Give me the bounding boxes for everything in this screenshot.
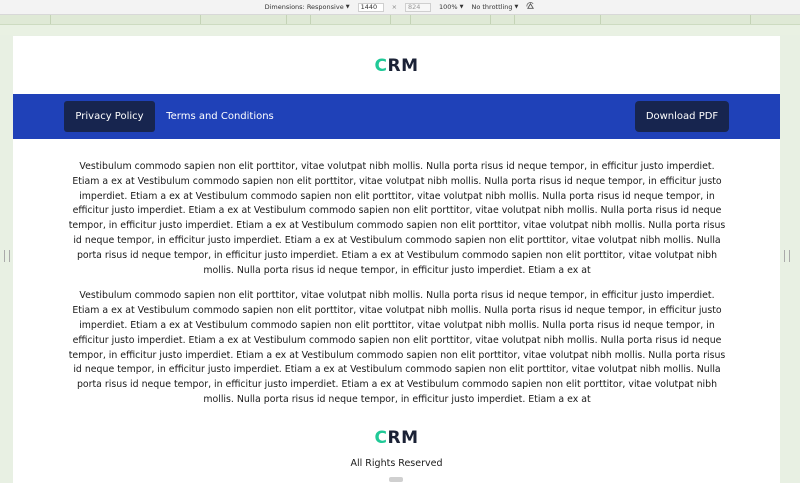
resize-handle-left[interactable] (4, 250, 10, 262)
download-pdf-button[interactable]: Download PDF (635, 101, 729, 132)
resize-handle-right[interactable] (784, 250, 790, 262)
logo-text: RM (387, 428, 419, 448)
bottom-resize-handle[interactable] (389, 477, 403, 482)
logo-accent-letter: C (374, 56, 388, 76)
zoom-dropdown[interactable]: 100% ▼ (439, 3, 463, 11)
times-separator: × (391, 3, 398, 11)
rotate-icon[interactable] (526, 1, 535, 13)
throttling-label: No throttling (471, 3, 513, 11)
throttling-dropdown[interactable]: No throttling ▼ (471, 3, 518, 11)
header-logo[interactable]: CRM (13, 56, 780, 76)
footer-logo[interactable]: CRM (13, 428, 780, 448)
policy-paragraph: Vestibulum commodo sapien non elit portt… (68, 290, 726, 405)
chevron-down-icon: ▼ (459, 4, 464, 10)
media-query-ruler-secondary (0, 25, 800, 35)
chevron-down-icon: ▼ (345, 4, 350, 10)
logo-text: RM (387, 56, 419, 76)
page-viewport: CRM Privacy Policy Terms and Conditions … (13, 36, 780, 483)
device-toolbar: Dimensions: Responsive ▼ 1440 × 824 100%… (0, 0, 800, 15)
chevron-down-icon: ▼ (514, 4, 519, 10)
policy-content: Vestibulum commodo sapien non elit portt… (65, 160, 729, 419)
zoom-label: 100% (439, 3, 458, 11)
width-input[interactable]: 1440 (357, 2, 384, 12)
height-input[interactable]: 824 (405, 2, 432, 12)
logo-accent-letter: C (374, 428, 388, 448)
dimensions-label: Dimensions: Responsive (264, 3, 344, 11)
media-query-ruler[interactable] (0, 15, 800, 25)
policy-paragraph: Vestibulum commodo sapien non elit portt… (68, 161, 726, 276)
tab-terms-and-conditions[interactable]: Terms and Conditions (161, 101, 279, 132)
dimensions-dropdown[interactable]: Dimensions: Responsive ▼ (265, 3, 350, 11)
copyright-text: All Rights Reserved (350, 458, 443, 469)
navbar: Privacy Policy Terms and Conditions Down… (13, 94, 780, 139)
tab-privacy-policy[interactable]: Privacy Policy (64, 101, 155, 132)
